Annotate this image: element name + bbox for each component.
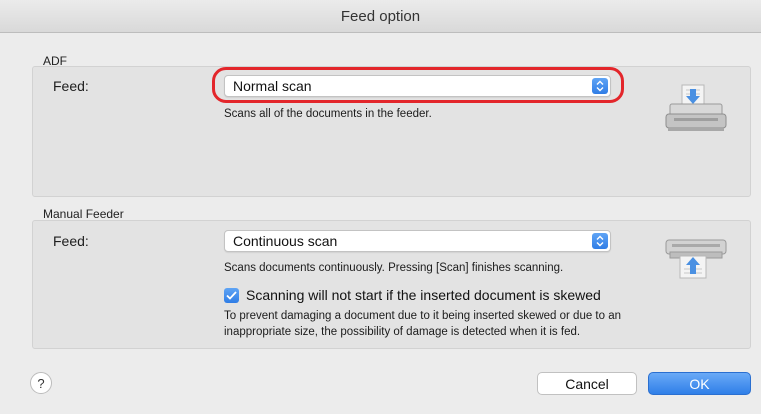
help-icon: ?: [37, 375, 45, 391]
adf-feed-label: Feed:: [53, 78, 89, 94]
adf-scanner-icon: [664, 84, 728, 139]
skew-checkbox[interactable]: [224, 287, 239, 303]
window-title: Feed option: [340, 7, 421, 25]
skew-note-line-1: To prevent damaging a document due to it…: [224, 310, 622, 322]
select-stepper-icon: [592, 233, 608, 249]
manual-feed-description: Scans documents continuously. Pressing […: [224, 262, 564, 274]
manual-feed-label: Feed:: [53, 233, 89, 249]
manual-feeder-section-label: Manual Feeder: [43, 207, 124, 221]
callout-highlight: [212, 67, 624, 103]
manual-feeder-scanner-icon: [664, 236, 728, 285]
help-button[interactable]: ?: [30, 372, 52, 394]
manual-feed-select[interactable]: Continuous scan: [224, 230, 611, 252]
title-bar: Feed option: [0, 0, 761, 33]
ok-button[interactable]: OK: [648, 372, 751, 395]
skew-checkbox-row[interactable]: Scanning will not start if the inserted …: [224, 287, 601, 303]
adf-feed-description: Scans all of the documents in the feeder…: [224, 108, 432, 120]
skew-checkbox-label[interactable]: Scanning will not start if the inserted …: [246, 287, 601, 303]
cancel-button[interactable]: Cancel: [537, 372, 637, 395]
skew-note-line-2: inappropriate size, the possibility of d…: [224, 326, 581, 338]
manual-feed-value: Continuous scan: [233, 233, 338, 249]
